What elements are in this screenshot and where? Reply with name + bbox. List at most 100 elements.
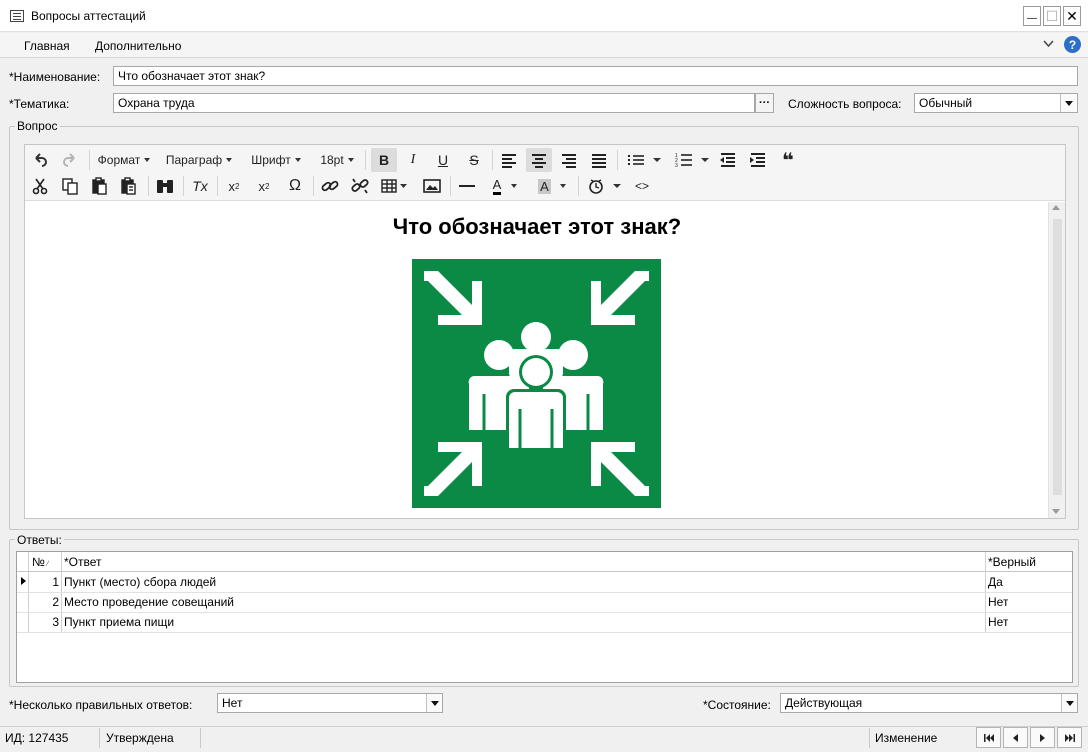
paste-icon[interactable] bbox=[89, 175, 111, 197]
status-separator bbox=[869, 728, 870, 748]
grid-row-line bbox=[17, 632, 1072, 633]
collapse-ribbon-icon[interactable] bbox=[1043, 40, 1054, 48]
column-number-label: № bbox=[32, 555, 45, 569]
name-input[interactable]: Что обозначает этот знак? bbox=[113, 66, 1078, 86]
table-icon[interactable] bbox=[378, 175, 412, 197]
previous-record-button[interactable] bbox=[1003, 727, 1028, 748]
chevron-down-icon bbox=[1065, 700, 1074, 706]
table-row-number[interactable]: 1 bbox=[30, 573, 59, 593]
scroll-thumb[interactable] bbox=[1053, 219, 1062, 495]
font-label: Шрифт bbox=[251, 153, 291, 167]
chevron-down-icon bbox=[430, 700, 439, 706]
numbered-list-icon[interactable]: 123 bbox=[672, 149, 712, 171]
first-record-button[interactable] bbox=[976, 727, 1001, 748]
next-record-button[interactable] bbox=[1030, 727, 1055, 748]
column-header-answer[interactable]: *Ответ bbox=[64, 553, 102, 573]
close-icon: ✕ bbox=[1066, 7, 1078, 24]
column-header-correct[interactable]: *Верный bbox=[988, 553, 1036, 573]
toolbar-separator bbox=[365, 150, 366, 170]
minimize-icon: — bbox=[1027, 12, 1037, 24]
toolbar-separator bbox=[217, 176, 218, 196]
toolbar-separator bbox=[578, 176, 579, 196]
state-select[interactable]: Действующая bbox=[780, 693, 1078, 713]
paragraph-label: Параграф bbox=[165, 153, 223, 167]
blockquote-button[interactable]: ❝ bbox=[776, 149, 800, 172]
next-icon bbox=[1040, 733, 1045, 742]
toolbar-separator bbox=[148, 176, 149, 196]
topic-input[interactable]: Охрана труда bbox=[113, 93, 755, 113]
superscript-button[interactable]: x2 bbox=[252, 175, 276, 197]
close-button[interactable]: ✕ bbox=[1063, 6, 1081, 26]
multiple-answers-dropdown-button[interactable] bbox=[426, 694, 442, 712]
difficulty-select[interactable]: Обычный bbox=[914, 93, 1078, 113]
find-replace-icon[interactable] bbox=[153, 175, 177, 197]
difficulty-dropdown-button[interactable] bbox=[1060, 94, 1076, 112]
assembly-point-sign-image bbox=[412, 259, 661, 508]
align-justify-icon[interactable] bbox=[588, 149, 610, 171]
outdent-icon[interactable] bbox=[716, 149, 740, 171]
copy-icon[interactable] bbox=[59, 175, 81, 197]
table-row-correct[interactable]: Нет bbox=[988, 593, 1008, 613]
underline-button[interactable]: U bbox=[431, 149, 455, 171]
font-color-button[interactable]: A bbox=[485, 175, 525, 197]
link-icon[interactable] bbox=[318, 175, 342, 197]
table-row-answer[interactable]: Пункт (место) сбора людей bbox=[64, 573, 216, 593]
scroll-down-icon[interactable] bbox=[1052, 509, 1060, 514]
topic-select-button[interactable]: ··· bbox=[755, 93, 774, 113]
svg-text:3: 3 bbox=[675, 163, 678, 169]
align-left-icon[interactable] bbox=[498, 149, 520, 171]
table-row-answer[interactable]: Место проведение совещаний bbox=[64, 593, 234, 613]
multiple-answers-label: *Несколько правильных ответов: bbox=[9, 698, 193, 712]
font-size-dropdown[interactable]: 18pt bbox=[315, 149, 359, 171]
horizontal-rule-icon[interactable] bbox=[455, 175, 479, 197]
paragraph-dropdown[interactable]: Параграф bbox=[161, 149, 237, 171]
strikethrough-button[interactable]: S bbox=[462, 149, 486, 171]
background-color-label: A bbox=[538, 178, 551, 194]
insert-time-icon[interactable] bbox=[584, 175, 626, 197]
indent-icon[interactable] bbox=[746, 149, 770, 171]
align-right-icon[interactable] bbox=[558, 149, 580, 171]
state-dropdown-button[interactable] bbox=[1061, 694, 1077, 712]
format-dropdown[interactable]: Формат bbox=[94, 149, 154, 171]
background-color-button[interactable]: A bbox=[531, 175, 573, 197]
menu-home[interactable]: Главная bbox=[24, 39, 70, 53]
unlink-icon[interactable] bbox=[348, 175, 372, 197]
font-dropdown[interactable]: Шрифт bbox=[246, 149, 306, 171]
source-code-button[interactable]: <> bbox=[630, 175, 654, 197]
editor-vertical-scrollbar[interactable] bbox=[1048, 202, 1065, 518]
menu-additional[interactable]: Дополнительно bbox=[95, 39, 181, 53]
last-record-button[interactable] bbox=[1057, 727, 1082, 748]
last-icon bbox=[1064, 733, 1075, 742]
table-row-number[interactable]: 2 bbox=[30, 593, 59, 613]
column-header-number[interactable]: № ⁄ bbox=[32, 553, 49, 573]
table-row-correct[interactable]: Да bbox=[988, 573, 1003, 593]
bold-button[interactable]: B bbox=[371, 148, 397, 172]
table-row-answer[interactable]: Пункт приема пищи bbox=[64, 613, 174, 633]
state-label: *Состояние: bbox=[703, 698, 771, 712]
toolbar-separator bbox=[313, 176, 314, 196]
clear-formatting-button[interactable]: Tx bbox=[188, 175, 212, 197]
paste-text-icon[interactable] bbox=[118, 175, 140, 197]
redo-icon[interactable] bbox=[61, 149, 79, 171]
undo-icon[interactable] bbox=[31, 149, 49, 171]
answers-group-title: Ответы: bbox=[15, 533, 64, 547]
scroll-up-icon[interactable] bbox=[1052, 205, 1060, 210]
subscript-button[interactable]: x2 bbox=[222, 175, 246, 197]
multiple-answers-select[interactable]: Нет bbox=[217, 693, 443, 713]
help-icon[interactable]: ? bbox=[1064, 36, 1081, 53]
current-row-indicator-icon bbox=[21, 577, 26, 585]
table-row-correct[interactable]: Нет bbox=[988, 613, 1008, 633]
status-separator bbox=[200, 728, 201, 748]
bullet-list-icon[interactable] bbox=[624, 149, 664, 171]
first-icon bbox=[983, 733, 994, 742]
minimize-button[interactable]: — bbox=[1023, 6, 1041, 26]
special-char-button[interactable]: Ω bbox=[283, 175, 307, 197]
maximize-button[interactable]: ☐ bbox=[1043, 6, 1061, 26]
toolbar-separator bbox=[617, 150, 618, 170]
italic-button[interactable]: I bbox=[401, 149, 425, 171]
align-center-icon[interactable] bbox=[526, 148, 552, 172]
cut-icon[interactable] bbox=[29, 175, 51, 197]
table-row-number[interactable]: 3 bbox=[30, 613, 59, 633]
image-icon[interactable] bbox=[420, 175, 444, 197]
title-bar bbox=[0, 0, 1088, 32]
